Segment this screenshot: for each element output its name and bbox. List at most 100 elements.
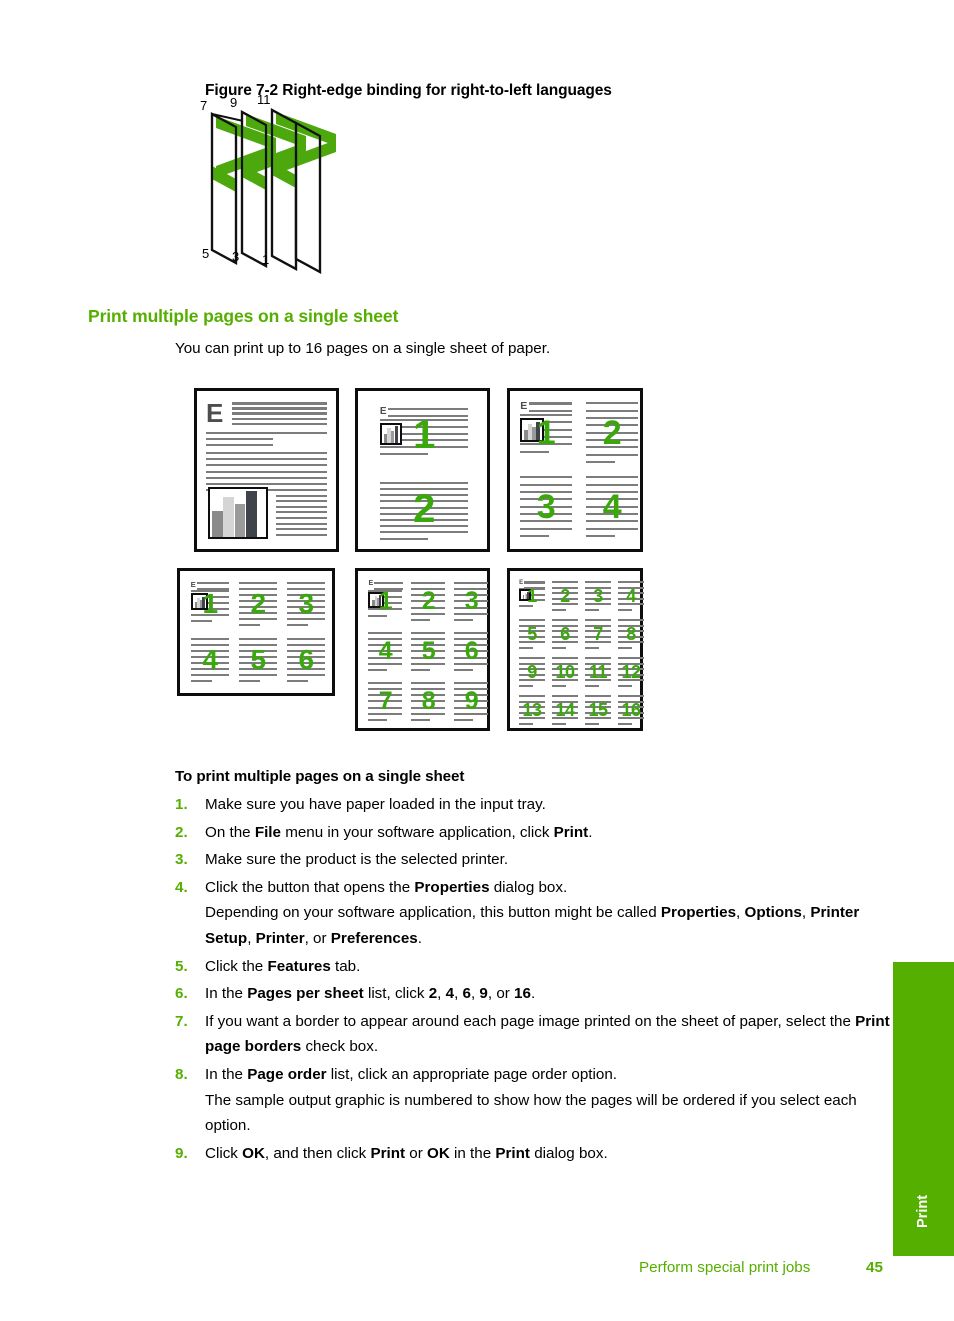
step-text: In the Page order list, click an appropr… xyxy=(205,1065,617,1083)
thumbnail-16-up: E 1 2 3 4 5 6 7 8 9 10 11 12 13 14 15 16 xyxy=(507,568,645,731)
text-line xyxy=(276,533,327,536)
step-number: 6. xyxy=(175,985,188,1003)
text-line xyxy=(206,483,327,485)
thumbnail-page-cell: 6 xyxy=(285,635,327,683)
text-line xyxy=(552,619,578,622)
text-line xyxy=(586,409,638,412)
text-line xyxy=(585,646,600,649)
thumbnail-page-number: 16 xyxy=(621,700,641,721)
text-line xyxy=(388,407,469,411)
text-line xyxy=(411,631,446,634)
text-line xyxy=(454,619,474,622)
text-line xyxy=(519,657,545,660)
text-line xyxy=(411,681,446,684)
procedure-step: 2. On the File menu in your software appl… xyxy=(175,820,893,846)
text-line xyxy=(276,511,327,514)
text-line xyxy=(586,534,615,537)
thumbnail-page-cell: 9 xyxy=(453,679,490,723)
step-number: 7. xyxy=(175,1012,188,1030)
thumbnail-page-cell: 2 xyxy=(584,399,640,465)
text-line xyxy=(519,684,534,687)
step-number: 5. xyxy=(175,957,188,975)
thumbnail-page-number: 2 xyxy=(560,586,570,607)
text-line xyxy=(552,722,567,725)
text-line xyxy=(529,409,572,413)
step-text: Click OK, and then click Print or OK in … xyxy=(205,1144,608,1162)
thumbnail-page-cell: 5 xyxy=(237,635,279,683)
text-line xyxy=(190,637,230,640)
thumbnail-page-cell: 11 xyxy=(584,655,612,688)
text-line xyxy=(206,476,327,479)
procedure-step: 3. Make sure the product is the selected … xyxy=(175,847,893,873)
text-line xyxy=(519,695,545,698)
thumbnail-page-cell: E1 xyxy=(367,579,404,623)
text-line xyxy=(190,679,212,682)
thumbnail-9-up: E123456789 xyxy=(355,568,490,731)
thumbnail-page-number: 4 xyxy=(602,488,622,527)
text-line xyxy=(519,722,534,725)
chart-bar xyxy=(223,496,234,537)
text-line xyxy=(520,527,572,530)
thumbnail-page-cell: E1 xyxy=(518,579,546,612)
thumbnail-page-cell: 3 xyxy=(285,579,327,627)
thumbnail-page-number: 2 xyxy=(421,587,436,616)
text-line xyxy=(618,608,633,611)
text-line xyxy=(276,494,327,497)
folded-booklet-diagram xyxy=(210,108,336,274)
text-line xyxy=(286,637,326,640)
text-line xyxy=(206,432,327,434)
thumbnail-page-number: 1 xyxy=(202,587,218,619)
thumbnail-page-cell: 15 xyxy=(584,693,612,726)
text-line xyxy=(276,505,327,508)
step-subtext: The sample output graphic is numbered to… xyxy=(205,1091,857,1135)
thumbnail-page-number: 15 xyxy=(588,700,608,721)
thumbnail-page-cell: 2 xyxy=(551,579,579,612)
text-line xyxy=(454,681,489,684)
thumbnail-page-cell: 5 xyxy=(410,629,447,673)
thumbnail-page-cell: 4 xyxy=(189,635,231,683)
thumbnail-page-number: 3 xyxy=(536,488,556,527)
section-intro-text: You can print up to 16 pages on a single… xyxy=(175,340,551,357)
text-line xyxy=(206,452,327,454)
procedure-step: 1. Make sure you have paper loaded in the… xyxy=(175,792,893,818)
thumbnail-page-cell: 4 xyxy=(617,579,645,612)
side-tab-label: Print xyxy=(915,1194,931,1228)
thumbnail-page-number: 6 xyxy=(298,643,314,675)
text-line xyxy=(206,458,327,461)
text-line xyxy=(411,581,446,584)
text-line xyxy=(368,719,388,722)
thumbnail-dropcap: E xyxy=(368,580,374,588)
text-line xyxy=(276,522,327,525)
step-text: Click the Features tab. xyxy=(205,957,361,975)
thumbnail-page-cell: 8 xyxy=(410,679,447,723)
text-line xyxy=(585,608,600,611)
thumbnail-page-cell: 5 xyxy=(518,617,546,650)
text-line xyxy=(238,581,278,584)
thumbnail-page-number: 1 xyxy=(378,587,393,616)
thumbnail-page-number: 8 xyxy=(421,687,436,716)
thumbnail-page-number: 7 xyxy=(378,687,393,716)
procedure-step: 4. Click the button that opens the Proper… xyxy=(175,875,893,952)
thumbnail-page-number: 6 xyxy=(560,624,570,645)
thumbnail-page-cell: E1 xyxy=(518,399,574,465)
thumbnail-page-number: 6 xyxy=(464,637,479,666)
text-line xyxy=(552,581,578,584)
thumbnail-page-cell: 6 xyxy=(453,629,490,673)
text-line xyxy=(585,684,600,687)
text-line xyxy=(524,581,545,584)
text-line xyxy=(520,476,572,479)
fold-label-bottom-1: 5 xyxy=(202,246,210,261)
thumbnail-page-number: 7 xyxy=(593,624,603,645)
text-line xyxy=(586,476,638,479)
thumbnail-page-number: 12 xyxy=(621,662,641,683)
procedure-step: 7. If you want a border to appear around … xyxy=(175,1009,893,1060)
thumbnail-page-cell: 3 xyxy=(584,579,612,612)
step-text: If you want a border to appear around ea… xyxy=(205,1012,890,1056)
thumbnail-page-number: 13 xyxy=(522,700,542,721)
text-line xyxy=(238,679,260,682)
thumbnail-page-cell: 13 xyxy=(518,693,546,726)
text-line xyxy=(618,722,633,725)
text-line xyxy=(232,402,327,405)
thumbnail-page-number: 11 xyxy=(588,662,608,683)
text-line xyxy=(190,620,212,623)
